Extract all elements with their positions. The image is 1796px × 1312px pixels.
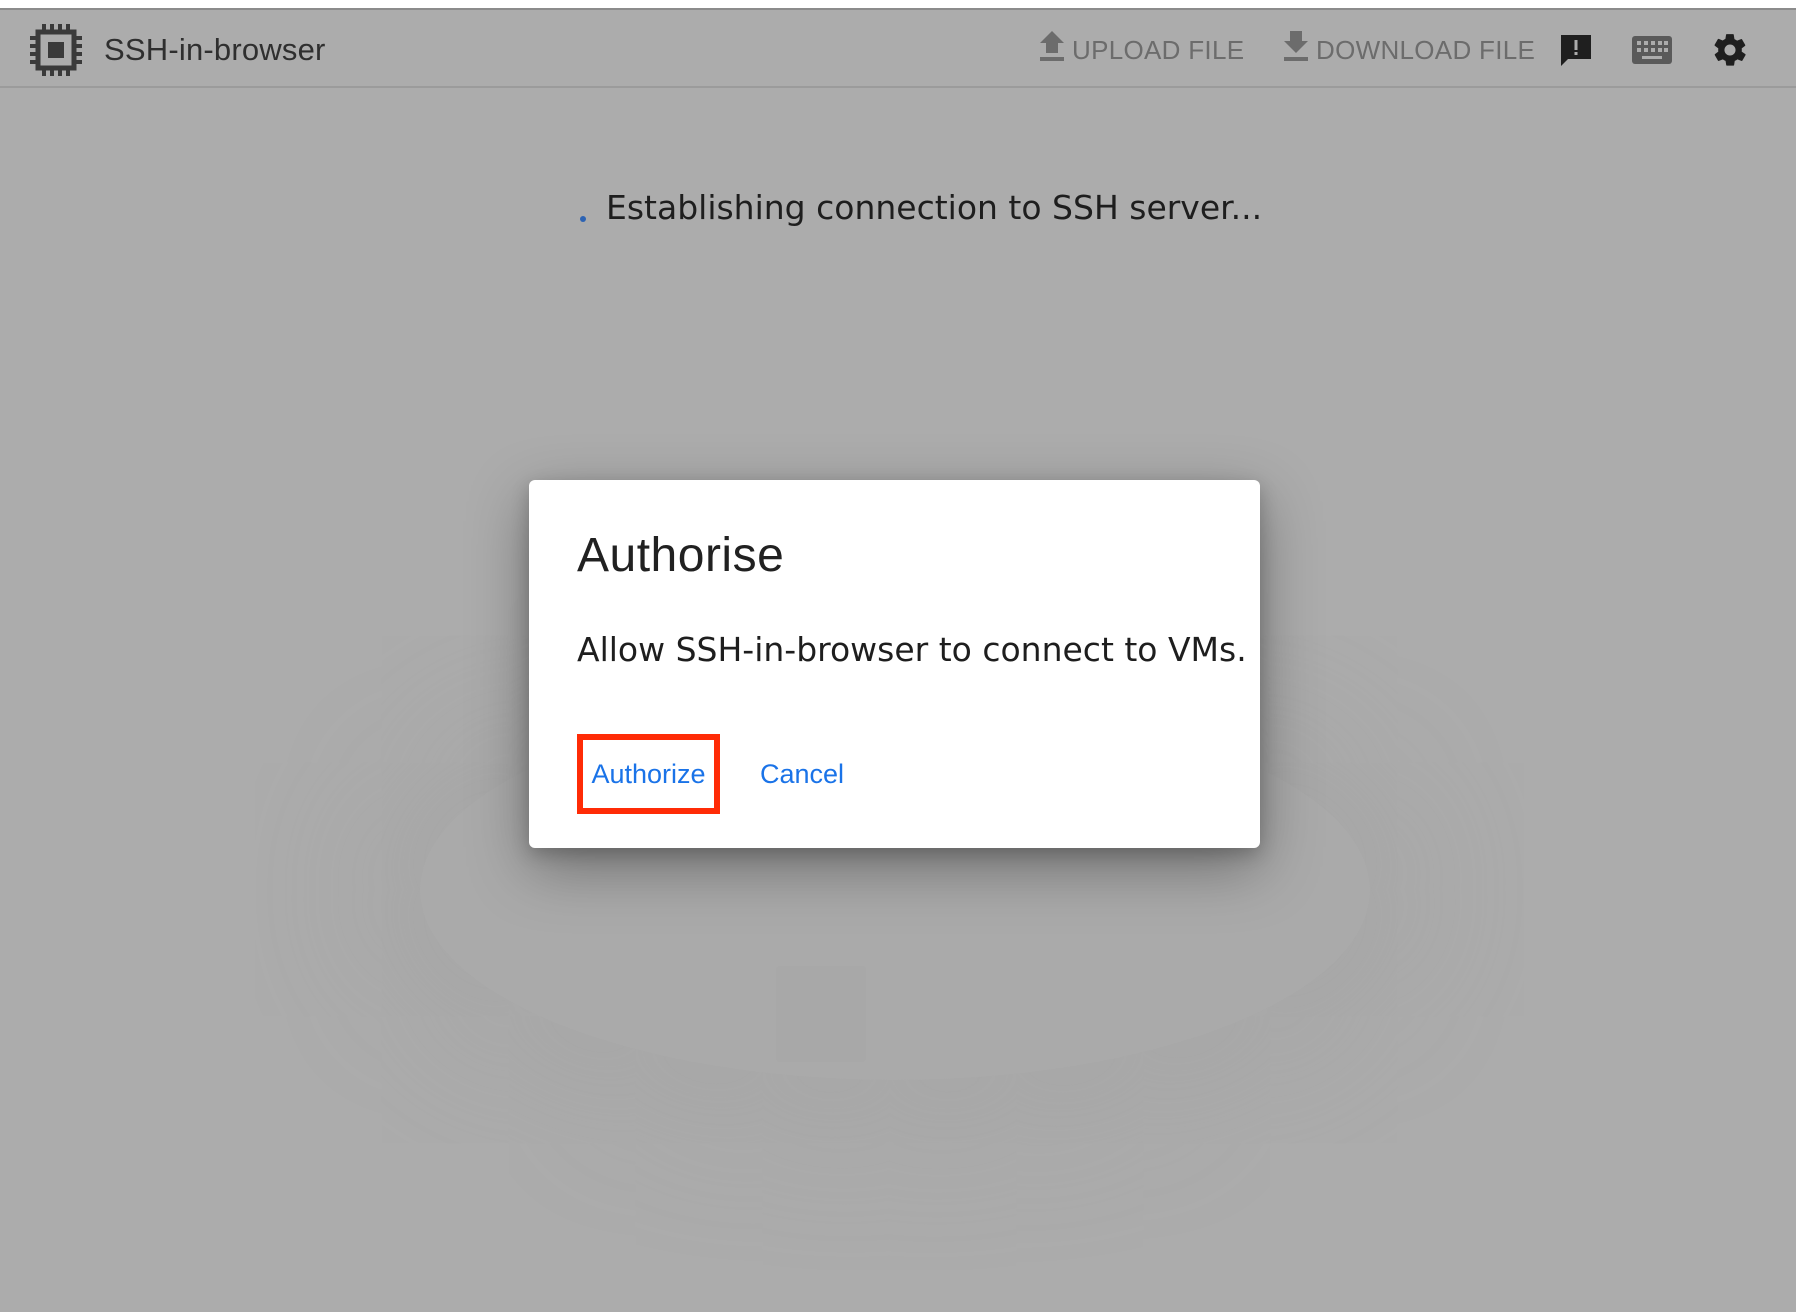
status-message: Establishing connection to SSH server... <box>606 188 1263 227</box>
settings-button[interactable] <box>1708 30 1752 74</box>
feedback-button[interactable] <box>1554 30 1598 74</box>
cancel-button[interactable]: Cancel <box>760 759 844 790</box>
app-header: SSH-in-browser UPLOAD FILE DOWNLOAD FILE <box>0 10 1796 88</box>
dialog-actions: Authorize Cancel <box>577 734 844 814</box>
app-title: SSH-in-browser <box>104 32 326 67</box>
download-file-label: DOWNLOAD FILE <box>1316 34 1536 65</box>
dialog-message: Allow SSH-in-browser to connect to VMs. <box>577 630 1247 669</box>
loading-spinner-icon <box>580 215 586 222</box>
upload-file-button[interactable]: UPLOAD FILE <box>1038 30 1245 70</box>
authorize-button-highlight: Authorize <box>577 734 720 814</box>
background-placeholder <box>776 966 866 1062</box>
gear-icon <box>1711 31 1749 74</box>
dialog-title: Authorise <box>577 529 785 582</box>
download-file-button[interactable]: DOWNLOAD FILE <box>1282 30 1536 70</box>
authorize-button[interactable]: Authorize <box>591 759 705 790</box>
upload-icon <box>1038 30 1072 70</box>
chip-logo-icon <box>28 22 84 78</box>
connection-status: Establishing connection to SSH server... <box>580 188 1262 227</box>
keyboard-button[interactable] <box>1630 30 1674 74</box>
feedback-icon <box>1558 32 1594 73</box>
authorise-dialog: Authorise Allow SSH-in-browser to connec… <box>529 480 1260 848</box>
window-top-bar <box>0 0 1796 10</box>
upload-file-label: UPLOAD FILE <box>1072 34 1245 65</box>
keyboard-icon <box>1631 35 1673 70</box>
download-icon <box>1282 30 1316 70</box>
